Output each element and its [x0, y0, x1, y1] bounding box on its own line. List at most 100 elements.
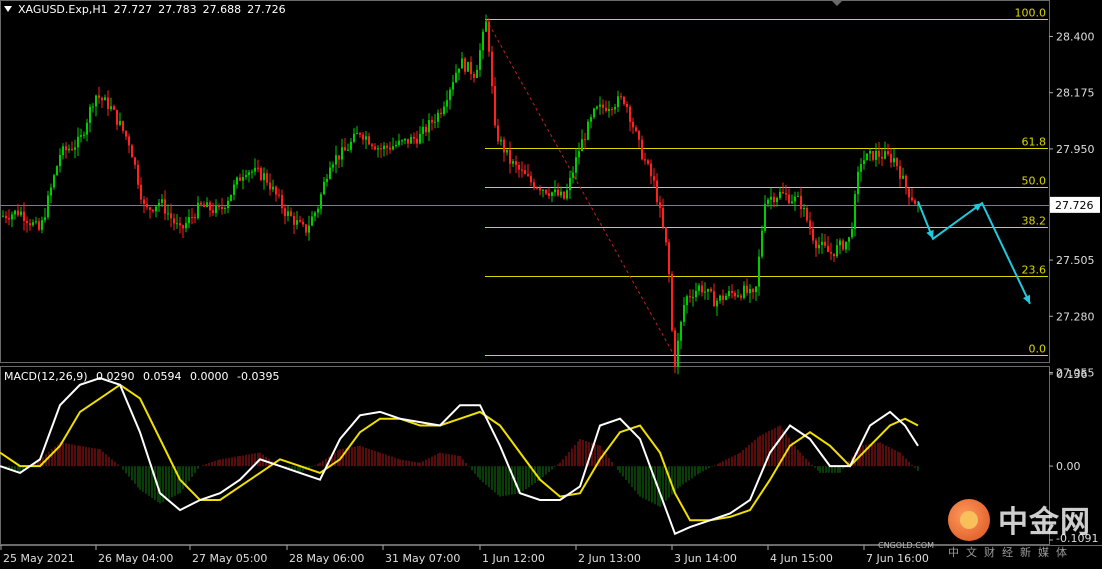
candle-body [377, 148, 379, 150]
candle-body [323, 181, 325, 195]
chart-shift-marker-icon[interactable] [831, 0, 843, 6]
candle-body [101, 97, 103, 101]
candle-body [89, 106, 91, 123]
candle-body [677, 340, 679, 367]
candle-body [896, 158, 898, 167]
candle-body [332, 164, 334, 168]
candle-body [401, 140, 403, 142]
candle-body [842, 240, 844, 250]
candle-body [839, 240, 841, 246]
candle-body [704, 291, 706, 293]
price-tick-label: 27.505 [1056, 254, 1095, 267]
candle-body [257, 167, 259, 169]
candle-body [869, 150, 871, 154]
candle-body [407, 138, 409, 144]
candle-body [2, 215, 4, 217]
time-tick-label: 3 Jun 14:00 [674, 552, 737, 565]
price-tick-label: 27.950 [1056, 143, 1095, 156]
candle-body [857, 171, 859, 195]
candle-body [104, 97, 106, 101]
fibonacci-retracement[interactable]: 100.0 61.8 50.0 38.2 23.6 0.0 [0, 7, 1049, 356]
candle-body [458, 68, 460, 73]
candle-body [761, 230, 763, 257]
candle-body [794, 196, 796, 202]
candle-body [815, 240, 817, 249]
candle-body [128, 136, 130, 146]
candle-body [197, 202, 199, 219]
candle-body [770, 196, 772, 200]
price-tick-label: 28.175 [1056, 87, 1095, 100]
candle-body [194, 217, 196, 219]
candle-body [53, 175, 55, 188]
candle-body [254, 167, 256, 172]
candle-body [242, 176, 244, 181]
candle-body [50, 187, 52, 196]
candle-body [281, 195, 283, 209]
candle-body [134, 157, 136, 165]
candle-body [470, 61, 472, 75]
macd-indicator: 0.1360.00-0.1091 [0, 368, 1098, 545]
candle-body [395, 144, 397, 147]
candle-body [440, 112, 442, 115]
candle-body [422, 126, 424, 134]
candle-body [296, 220, 298, 225]
candle-body [5, 215, 7, 219]
fib-level-label: 23.6 [1022, 264, 1047, 277]
candle-body [215, 205, 217, 213]
candle-body [146, 203, 148, 208]
candle-body [386, 145, 388, 148]
candle-body [833, 253, 835, 257]
candle-body [572, 172, 574, 178]
candle-body [17, 210, 19, 216]
candle-body [506, 149, 508, 153]
candle-body [233, 184, 235, 195]
candle-body [812, 228, 814, 241]
candle-body [902, 175, 904, 179]
time-tick-label: 1 Jun 12:00 [482, 552, 545, 565]
candle-body [632, 121, 634, 128]
candle-body [785, 193, 787, 195]
candle-body [608, 109, 610, 111]
forecast-arrows[interactable] [917, 200, 1031, 305]
close-value: 27.726 [247, 2, 286, 16]
candle-body [335, 155, 337, 165]
open-value: 27.727 [113, 2, 153, 16]
candle-body [557, 189, 559, 196]
candle-body [455, 72, 457, 83]
candle-body [683, 305, 685, 322]
candle-body [650, 163, 652, 177]
candle-body [593, 108, 595, 118]
candle-body [722, 295, 724, 300]
candle-body [86, 122, 88, 135]
candle-body [251, 171, 253, 173]
candle-body [740, 295, 742, 298]
candle-body [716, 300, 718, 307]
candle-body [617, 96, 619, 108]
candle-body [752, 288, 754, 293]
candle-body [521, 169, 523, 171]
candle-body [326, 178, 328, 182]
candle-body [92, 106, 94, 108]
candle-body [914, 200, 916, 205]
candle-body [635, 127, 637, 131]
candle-body [236, 177, 238, 185]
macd-header: MACD(12,26,9) 0.0290 0.0594 0.0000 -0.03… [4, 370, 285, 383]
candle-body [413, 136, 415, 139]
candle-body [746, 285, 748, 294]
candle-body [365, 136, 367, 140]
candle-body [182, 225, 184, 229]
candle-body [425, 126, 427, 133]
candle-body [329, 167, 331, 179]
candle-body [605, 107, 607, 111]
candle-body [791, 201, 793, 204]
candle-body [749, 288, 751, 294]
chart-canvas[interactable]: 100.0 61.8 50.0 38.2 23.6 0.0 28.400 28.175 27.… [0, 0, 1102, 569]
candle-body [809, 220, 811, 229]
time-tick-label: 25 May 2021 [3, 552, 75, 565]
candle-body [368, 136, 370, 145]
candle-body [599, 104, 601, 107]
candle-body [776, 197, 778, 203]
candle-body [479, 50, 481, 70]
chart-menu-triangle-icon[interactable] [4, 6, 12, 12]
candle-body [590, 117, 592, 122]
